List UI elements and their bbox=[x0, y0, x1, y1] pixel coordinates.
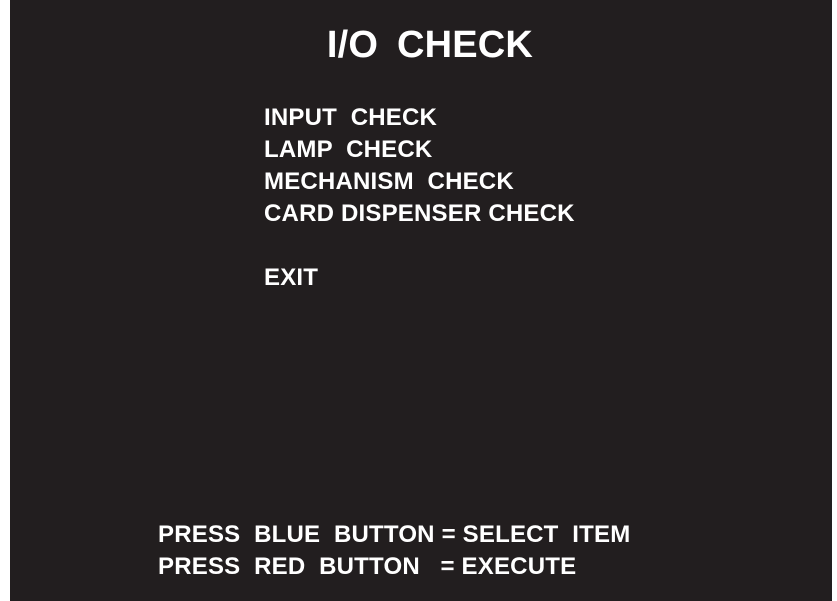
select-instruction: PRESS BLUE BUTTON = SELECT ITEM bbox=[158, 521, 631, 548]
button-instructions: PRESS BLUE BUTTON = SELECT ITEM PRESS RE… bbox=[158, 519, 630, 583]
io-check-screen: I/O CHECK INPUT CHECK LAMP CHECK MECHANI… bbox=[10, 0, 832, 601]
menu-item-mechanism-check[interactable]: MECHANISM CHECK bbox=[264, 166, 575, 198]
menu-item-exit[interactable]: EXIT bbox=[264, 262, 575, 294]
menu-item-lamp-check[interactable]: LAMP CHECK bbox=[264, 134, 575, 166]
page-title: I/O CHECK bbox=[326, 24, 534, 66]
execute-instruction: PRESS RED BUTTON = EXECUTE bbox=[158, 553, 577, 580]
check-menu: INPUT CHECK LAMP CHECK MECHANISM CHECK C… bbox=[264, 102, 575, 294]
menu-item-input-check[interactable]: INPUT CHECK bbox=[264, 102, 575, 134]
menu-item-card-dispenser-check[interactable]: CARD DISPENSER CHECK bbox=[264, 198, 575, 230]
